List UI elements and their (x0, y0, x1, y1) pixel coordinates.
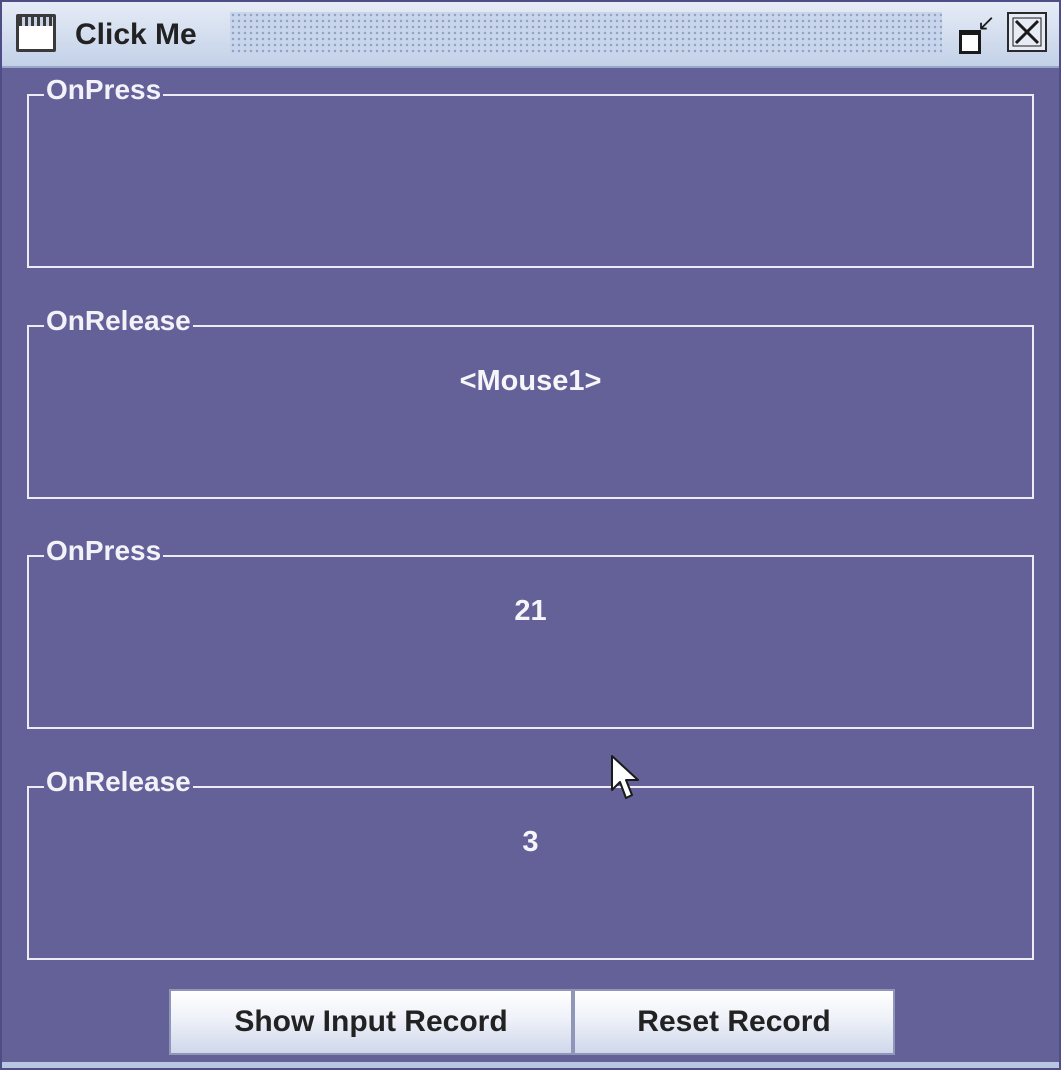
arrow-icon: ↙ (977, 10, 996, 35)
onrelease-panel-2: OnRelease 3 (27, 766, 1034, 960)
panel-title: OnPress (44, 74, 164, 106)
panel-title: OnRelease (44, 766, 193, 798)
panel-title: OnPress (44, 535, 164, 567)
panel-value: 21 (514, 595, 547, 627)
panel-value: <Mouse1> (459, 365, 602, 397)
panel-value: 3 (522, 826, 539, 858)
panel-title: OnRelease (44, 305, 193, 337)
title-bar[interactable]: Click Me ↙ (2, 2, 1059, 68)
show-input-record-button[interactable]: Show Input Record (169, 989, 573, 1055)
mouse-cursor-icon (611, 755, 639, 799)
title-bar-drag-area[interactable] (230, 12, 942, 54)
reset-record-button[interactable]: Reset Record (573, 989, 895, 1055)
window-bottom-border (2, 1062, 1059, 1068)
window-title: Click Me (75, 18, 197, 51)
onpress-panel-2: OnPress 21 (27, 535, 1034, 729)
onpress-panel-1: OnPress (27, 74, 1034, 268)
close-icon (1012, 17, 1042, 47)
click-me-window: Click Me ↙ OnPress OnRelease <Mouse1> On… (0, 0, 1061, 1070)
close-button[interactable] (1007, 12, 1047, 52)
restore-button[interactable]: ↙ (955, 12, 997, 54)
window-icon[interactable] (16, 14, 56, 52)
onrelease-panel-1: OnRelease <Mouse1> (27, 305, 1034, 499)
